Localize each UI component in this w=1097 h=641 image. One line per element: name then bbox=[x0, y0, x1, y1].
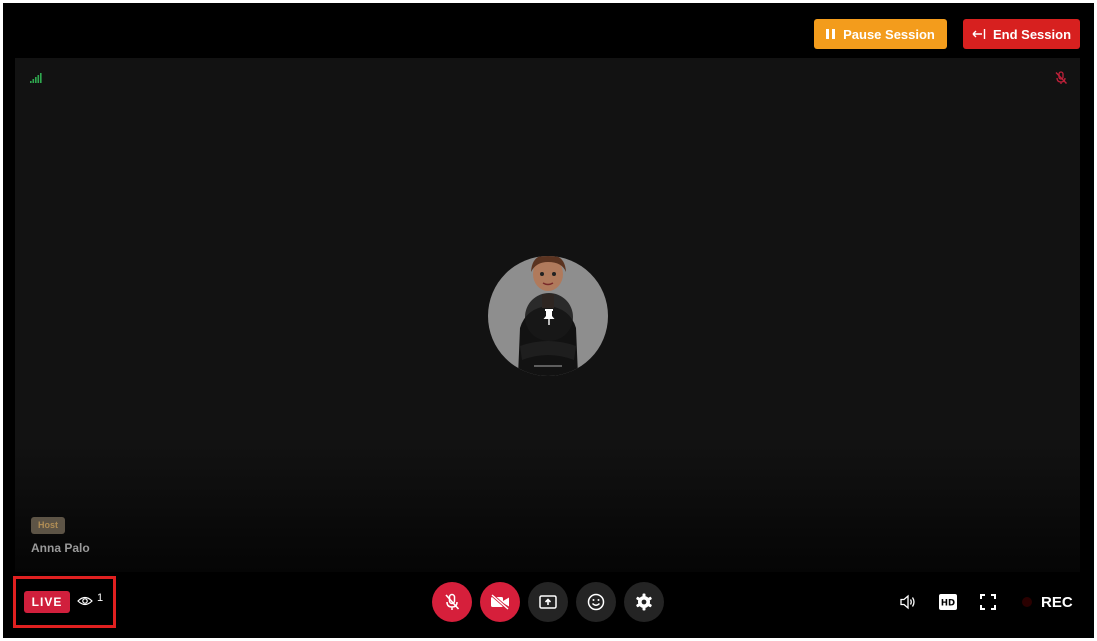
volume-button[interactable] bbox=[898, 592, 918, 612]
mic-muted-icon bbox=[445, 593, 460, 610]
toggle-camera-button[interactable] bbox=[480, 582, 520, 622]
share-screen-icon bbox=[539, 595, 557, 609]
pause-session-button[interactable]: Pause Session bbox=[814, 19, 947, 49]
quality-button[interactable]: HD bbox=[938, 592, 958, 612]
speaker-icon bbox=[900, 594, 915, 610]
pause-session-label: Pause Session bbox=[843, 26, 935, 42]
settings-button[interactable] bbox=[624, 582, 664, 622]
record-label[interactable]: REC bbox=[1041, 594, 1073, 611]
session-window: Pause Session End Session Host Anna Palo… bbox=[3, 3, 1094, 638]
participant-tile bbox=[488, 256, 608, 376]
live-badge: LIVE bbox=[24, 591, 70, 613]
host-badge: Host bbox=[31, 517, 65, 534]
end-session-button[interactable]: End Session bbox=[963, 19, 1080, 49]
control-bar: LIVE 1 HD REC bbox=[3, 572, 1094, 638]
hd-icon-label: HD bbox=[941, 599, 955, 609]
session-header: Pause Session End Session bbox=[3, 3, 1094, 58]
reactions-button[interactable] bbox=[576, 582, 616, 622]
share-screen-button[interactable] bbox=[528, 582, 568, 622]
fullscreen-icon bbox=[980, 594, 996, 610]
exit-icon bbox=[972, 29, 986, 39]
pause-icon bbox=[826, 29, 836, 39]
eye-icon bbox=[77, 596, 93, 606]
viewer-count: 1 bbox=[97, 592, 104, 604]
signal-bars-icon bbox=[30, 73, 42, 83]
gear-icon bbox=[636, 593, 652, 611]
record-dot-icon bbox=[1022, 597, 1032, 607]
toggle-mic-button[interactable] bbox=[432, 582, 472, 622]
pin-icon bbox=[543, 309, 555, 325]
camera-off-icon bbox=[491, 594, 509, 610]
mic-muted-icon bbox=[1055, 71, 1068, 84]
hd-icon: HD bbox=[939, 594, 957, 610]
end-session-label: End Session bbox=[992, 26, 1072, 42]
live-status-highlight: LIVE 1 bbox=[13, 576, 116, 628]
fullscreen-button[interactable] bbox=[978, 592, 998, 612]
pin-participant-button[interactable] bbox=[525, 293, 573, 341]
smiley-icon bbox=[587, 593, 605, 611]
video-stage: Host Anna Palo bbox=[15, 58, 1080, 572]
participant-name: Anna Palo bbox=[31, 541, 90, 555]
